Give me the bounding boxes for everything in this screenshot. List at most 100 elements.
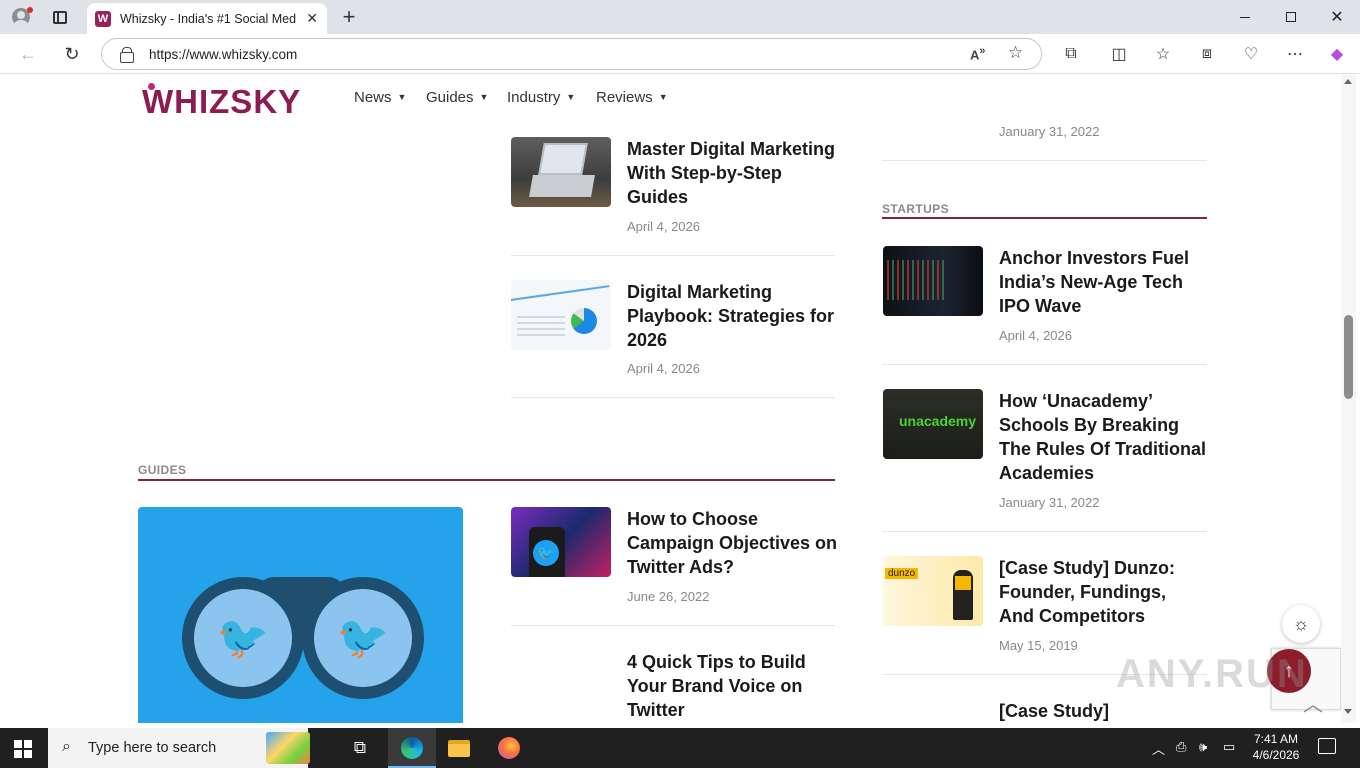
site-logo[interactable]: WHIZSKY (142, 83, 301, 121)
article-thumbnail[interactable]: unacademy (883, 389, 983, 459)
address-bar[interactable]: https://www.whizsky.com A» ☆ (101, 38, 1042, 70)
binocular-lens-right: 🐦 (302, 577, 424, 699)
favorite-star-icon[interactable]: ☆ (1008, 43, 1023, 63)
browser-tab-bar: W Whizsky - India's #1 Social Media ✕ + … (0, 0, 1360, 34)
edge-browser-icon[interactable] (398, 734, 426, 762)
article-date: April 4, 2026 (627, 219, 700, 234)
split-screen-icon[interactable]: ◫ (1107, 43, 1131, 65)
clock-date: 4/6/2026 (1252, 748, 1300, 762)
windows-start-icon[interactable] (14, 740, 32, 758)
nav-industry[interactable]: Industry ▼ (507, 89, 575, 106)
minimize-window-button[interactable] (1222, 0, 1268, 34)
back-arrow-icon[interactable]: ← (14, 41, 42, 67)
nav-news[interactable]: News ▼ (354, 89, 406, 106)
taskbar-search-box[interactable]: ⌕ Type here to search (48, 728, 310, 768)
address-url[interactable]: https://www.whizsky.com (149, 47, 297, 62)
article-thumbnail[interactable]: dunzo (883, 556, 983, 626)
taskbar-clock[interactable]: 7:41 AM 4/6/2026 (1244, 731, 1308, 763)
section-label-startups[interactable]: STARTUPS (882, 202, 949, 216)
nav-reviews[interactable]: Reviews ▼ (596, 89, 668, 106)
firefox-icon[interactable] (495, 734, 523, 762)
chevron-down-icon: ▼ (397, 92, 407, 102)
article-title[interactable]: Master Digital Marketing With Step-by-St… (627, 137, 842, 209)
article-thumbnail[interactable] (511, 280, 611, 350)
divider (511, 397, 835, 398)
section-underline (882, 217, 1207, 219)
nav-news-label: News (354, 89, 392, 106)
article-thumbnail[interactable] (883, 246, 983, 316)
extensions-icon[interactable]: ⧉ (1059, 43, 1083, 65)
notification-center-icon[interactable] (1318, 738, 1336, 754)
article-thumbnail[interactable]: 🐦 (511, 507, 611, 577)
nav-industry-label: Industry (507, 89, 561, 106)
search-icon: ⌕ (62, 738, 71, 755)
article-title[interactable]: [Case Study] Dunzo: Founder, Fundings, A… (999, 556, 1204, 628)
article-thumbnail[interactable] (511, 137, 611, 207)
article-date: January 31, 2022 (999, 495, 1100, 510)
search-placeholder: Type here to search (88, 740, 217, 756)
lock-icon[interactable] (120, 47, 134, 63)
article-date: May 15, 2019 (999, 638, 1078, 653)
profile-icon[interactable] (8, 5, 34, 29)
article-title[interactable]: 4 Quick Tips to Build Your Brand Voice o… (627, 650, 832, 722)
browser-tab-active[interactable]: W Whizsky - India's #1 Social Media ✕ (87, 3, 327, 34)
scroll-down-arrow-icon[interactable] (1344, 709, 1352, 714)
section-underline (138, 479, 835, 481)
watermark: ANY.RUN (1116, 652, 1308, 696)
task-view-icon[interactable]: ⧉ (346, 734, 374, 762)
close-tab-icon[interactable]: ✕ (306, 10, 318, 27)
article-title[interactable]: Digital Marketing Playbook: Strategies f… (627, 280, 837, 352)
divider (882, 364, 1207, 365)
new-tab-icon[interactable]: + (336, 4, 362, 29)
browser-toolbar: ← ↻ https://www.whizsky.com A» ☆ ⧉ ◫ ☆ ⧈… (0, 34, 1360, 74)
clock-time: 7:41 AM (1253, 732, 1299, 746)
volume-icon[interactable]: 🕪 (1199, 739, 1207, 755)
nav-guides-label: Guides (426, 89, 474, 106)
collections-icon[interactable]: ⧈ (1195, 43, 1219, 65)
divider (882, 531, 1207, 532)
page-scrollbar[interactable] (1341, 75, 1356, 723)
article-date: April 4, 2026 (999, 328, 1072, 343)
copilot-icon[interactable]: ◆ (1325, 43, 1349, 65)
favorites-icon[interactable]: ☆ (1151, 43, 1175, 65)
file-explorer-icon[interactable] (445, 734, 473, 762)
browser-essentials-icon[interactable]: ♡ (1239, 43, 1263, 65)
chevron-down-icon: ▼ (479, 92, 489, 102)
thumbnail-caption: unacademy (899, 413, 977, 429)
article-title[interactable]: [Case Study] (999, 699, 1204, 723)
search-highlight-image (266, 732, 310, 764)
web-page: WHIZSKY News ▼ Guides ▼ Industry ▼ Reviews ▼… (4, 75, 1340, 723)
close-window-button[interactable]: ✕ (1314, 0, 1360, 34)
tab-actions-icon[interactable] (47, 5, 73, 29)
binocular-lens-left: 🐦 (182, 577, 304, 699)
twitter-bird-icon: 🐦 (194, 589, 292, 687)
section-label-guides[interactable]: GUIDES (138, 463, 186, 477)
twitter-bird-icon: 🐦 (314, 589, 412, 687)
scroll-up-arrow-icon[interactable] (1344, 79, 1352, 84)
nav-reviews-label: Reviews (596, 89, 653, 106)
read-aloud-icon[interactable]: A» (970, 45, 985, 62)
tab-title: Whizsky - India's #1 Social Media (120, 11, 296, 26)
divider (511, 625, 835, 626)
site-favicon-icon: W (95, 10, 111, 27)
chevron-down-icon: ▼ (566, 92, 576, 102)
more-menu-icon[interactable]: ⋯ (1283, 43, 1307, 65)
network-device-icon[interactable]: ⎙ (1176, 739, 1186, 755)
article-title[interactable]: How to Choose Campaign Objectives on Twi… (627, 507, 839, 579)
nav-guides[interactable]: Guides ▼ (426, 89, 488, 106)
article-date: June 26, 2022 (627, 589, 710, 604)
divider (882, 160, 1207, 161)
reload-icon[interactable]: ↻ (58, 41, 86, 67)
twitter-bird-icon: 🐦 (533, 540, 559, 566)
theme-toggle-sun-icon[interactable]: ☼ (1282, 605, 1320, 643)
article-title[interactable]: How ‘Unacademy’ Schools By Breaking The … (999, 389, 1211, 485)
article-date: April 4, 2026 (627, 361, 700, 376)
network-icon[interactable]: ▭ (1223, 739, 1235, 755)
article-title[interactable]: Anchor Investors Fuel India’s New-Age Te… (999, 246, 1209, 318)
show-hidden-icons-chevron-icon[interactable]: ︿ (1152, 739, 1165, 758)
windows-taskbar: ⌕ Type here to search ⧉ ︿ ⎙ 🕪 ▭ 7:41 AM … (0, 728, 1360, 768)
scrollbar-thumb[interactable] (1344, 315, 1353, 399)
featured-article-image[interactable]: 🐦 🐦 (138, 507, 463, 723)
restore-window-button[interactable] (1268, 0, 1314, 34)
chevron-up-icon[interactable]: ︿ (1303, 688, 1323, 717)
